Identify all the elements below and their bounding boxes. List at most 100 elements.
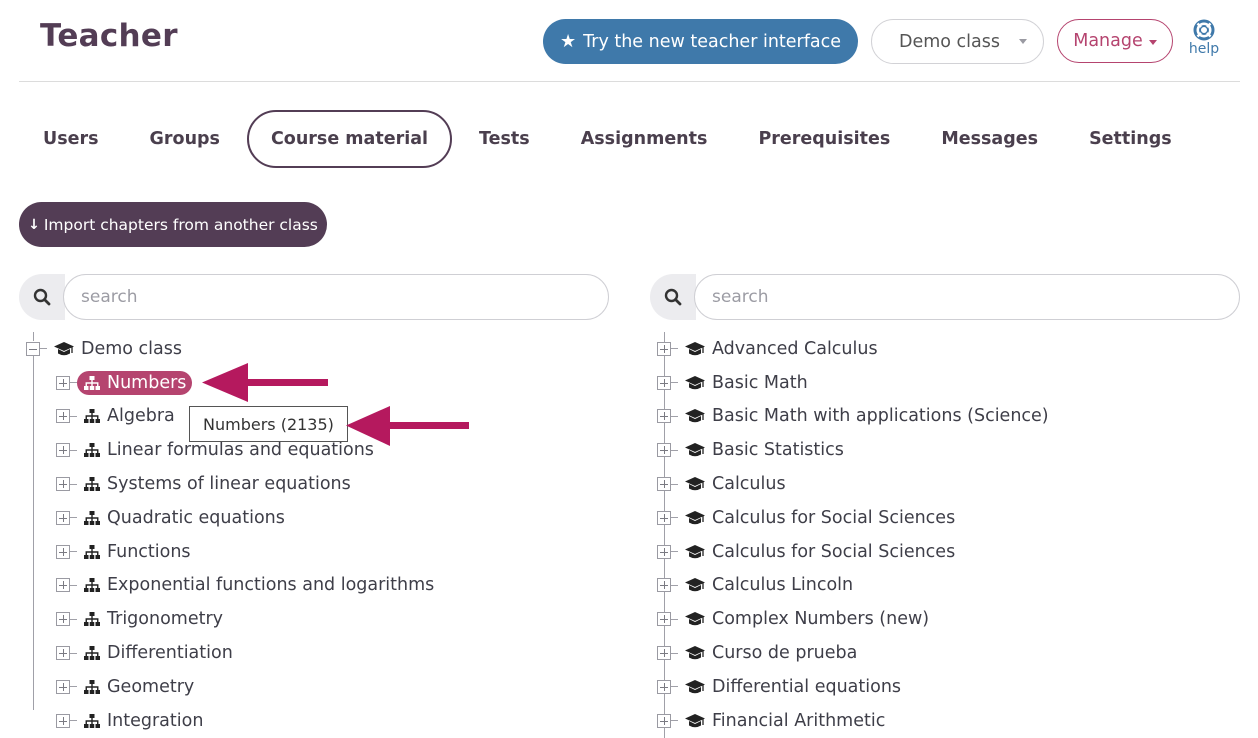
chapter-tooltip: Numbers (2135) [189,406,348,442]
class-item: Calculus for Social Sciences [657,535,1055,569]
left-search-input[interactable] [63,274,609,320]
chapter-node-trigonometry[interactable]: Trigonometry [77,607,229,631]
expand-icon[interactable] [657,477,671,492]
manage-button[interactable]: Manage [1057,19,1173,63]
class-select[interactable]: Demo class [871,19,1044,64]
expand-icon[interactable] [657,510,671,525]
chapter-node-systems[interactable]: Systems of linear equations [77,472,357,496]
arrow-down-icon: ↓ [28,216,40,233]
class-node[interactable]: Calculus [678,472,792,496]
expand-icon[interactable] [657,713,671,728]
class-item: Basic Math with applications (Science) [657,400,1055,434]
chapter-label: Functions [107,541,191,562]
import-chapters-button[interactable]: ↓ Import chapters from another class [19,202,327,247]
tree-node-demo-class[interactable]: Demo class [47,337,188,361]
chapter-label: Systems of linear equations [107,474,351,495]
expand-icon[interactable] [56,375,70,390]
header-divider [19,81,1240,82]
tree-connector [671,382,678,384]
tree-connector [671,652,678,654]
expand-icon[interactable] [657,646,671,661]
expand-icon[interactable] [657,443,671,458]
chapter-node-differentiation[interactable]: Differentiation [77,641,239,665]
right-search-input[interactable] [694,274,1240,320]
tree-connector [70,720,77,722]
expand-icon[interactable] [657,409,671,424]
class-node[interactable]: Complex Numbers (new) [678,607,935,631]
search-icon [33,288,51,306]
sitemap-icon [84,578,100,593]
tree-connector [671,415,678,417]
tree-connector [70,382,77,384]
expand-icon[interactable] [56,713,70,728]
chapter-item: Functions [26,535,440,569]
class-node[interactable]: Calculus for Social Sciences [678,506,961,530]
chapter-node-exponential[interactable]: Exponential functions and logarithms [77,573,440,597]
expand-icon[interactable] [56,477,70,492]
class-item: Curso de prueba [657,636,1055,670]
expand-icon[interactable] [56,544,70,559]
class-node[interactable]: Basic Statistics [678,438,850,462]
expand-icon[interactable] [56,443,70,458]
tab-prerequisites[interactable]: Prerequisites [734,110,914,168]
expand-icon[interactable] [56,646,70,661]
help-link[interactable]: help [1185,19,1223,57]
tree-connector [70,415,77,417]
class-node[interactable]: Calculus for Social Sciences [678,540,961,564]
graduation-cap-icon [685,341,705,356]
chapter-item: Geometry [26,670,440,704]
tab-assignments[interactable]: Assignments [557,110,732,168]
tab-course-material[interactable]: Course material [246,110,453,168]
tab-groups[interactable]: Groups [126,110,244,168]
tab-users[interactable]: Users [19,110,123,168]
expand-icon[interactable] [657,679,671,694]
class-node[interactable]: Financial Arithmetic [678,709,891,733]
expand-icon[interactable] [56,578,70,593]
expand-icon[interactable] [657,341,671,356]
class-node[interactable]: Advanced Calculus [678,337,884,361]
chapter-item: Systems of linear equations [26,467,440,501]
chapter-node-numbers[interactable]: Numbers [77,370,193,395]
tree-connector [671,449,678,451]
chapter-node-geometry[interactable]: Geometry [77,675,200,699]
class-label: Complex Numbers (new) [712,609,930,630]
graduation-cap-icon [685,578,705,592]
expand-icon[interactable] [56,679,70,694]
sitemap-icon [84,646,100,661]
chapter-label: Differentiation [107,643,233,664]
class-node[interactable]: Basic Math with applications (Science) [678,404,1055,428]
expand-icon[interactable] [657,375,671,390]
try-new-interface-label: Try the new teacher interface [583,31,842,52]
expand-icon[interactable] [56,409,70,424]
expand-icon[interactable] [657,578,671,593]
chapter-node-algebra[interactable]: Algebra [77,404,181,428]
class-item: Complex Numbers (new) [657,602,1055,636]
tree-connector [671,720,678,722]
tree-connector [70,686,77,688]
expand-icon[interactable] [56,612,70,627]
chapter-node-integration[interactable]: Integration [77,709,209,733]
class-node[interactable]: Differential equations [678,675,907,699]
expand-icon[interactable] [657,544,671,559]
class-node[interactable]: Calculus Lincoln [678,573,859,597]
try-new-interface-button[interactable]: ★ Try the new teacher interface [543,19,858,64]
tab-settings[interactable]: Settings [1065,110,1196,168]
class-label: Calculus [712,474,786,495]
sitemap-icon [84,544,100,559]
expand-icon[interactable] [56,510,70,525]
tab-messages[interactable]: Messages [917,110,1062,168]
expand-icon[interactable] [657,612,671,627]
class-node[interactable]: Curso de prueba [678,641,863,665]
collapse-icon[interactable] [26,341,40,356]
chapter-node-quadratic[interactable]: Quadratic equations [77,506,291,530]
graduation-cap-icon [685,679,705,694]
tree-connector [671,348,678,350]
class-node[interactable]: Basic Math [678,371,814,395]
sitemap-icon [84,713,100,728]
graduation-cap-icon [685,477,705,491]
tab-tests[interactable]: Tests [455,110,554,168]
class-item: Basic Statistics [657,433,1055,467]
class-label: Basic Math with applications (Science) [712,406,1049,427]
chapter-node-functions[interactable]: Functions [77,540,197,564]
import-chapters-label: Import chapters from another class [43,215,318,234]
